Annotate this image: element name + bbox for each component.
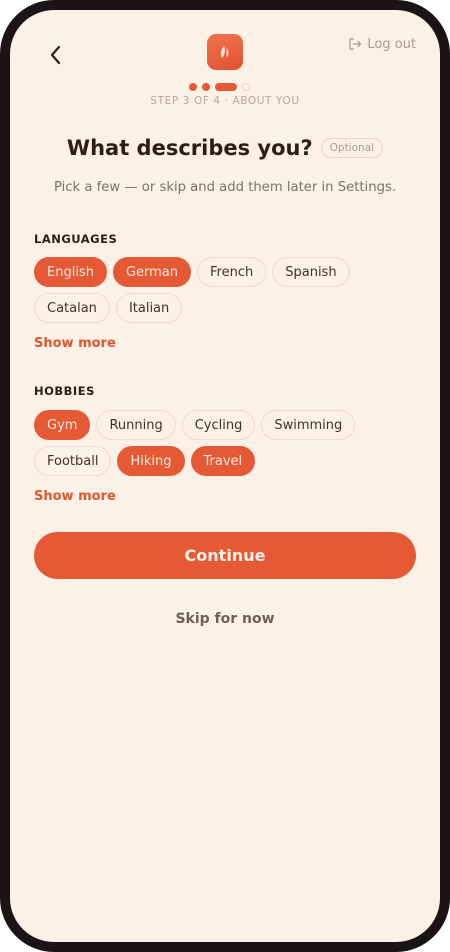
chip-gym[interactable]: Gym xyxy=(34,410,91,440)
chip-cycling[interactable]: Cycling xyxy=(181,410,256,440)
app-screen: Log out STEP 3 OF 4 · ABOUT YOU What des… xyxy=(10,10,440,942)
languages-show-more-link[interactable]: Show more xyxy=(34,336,116,351)
step-indicator: STEP 3 OF 4 · ABOUT YOU xyxy=(150,95,300,107)
chip-catalan[interactable]: Catalan xyxy=(34,293,110,323)
chip-french[interactable]: French xyxy=(197,257,267,287)
heading-row: What describes you? Optional xyxy=(10,136,440,160)
chevron-left-icon xyxy=(50,45,61,65)
progress-dot xyxy=(242,82,250,91)
progress-dot-current xyxy=(215,82,237,91)
continue-button[interactable]: Continue xyxy=(34,532,416,579)
progress-dots xyxy=(189,82,250,91)
chip-running[interactable]: Running xyxy=(96,410,176,440)
phone-frame: Log out STEP 3 OF 4 · ABOUT YOU What des… xyxy=(0,0,450,952)
logout-icon xyxy=(349,38,362,50)
skip-for-now-link[interactable]: Skip for now xyxy=(10,611,440,627)
back-button[interactable] xyxy=(40,40,70,70)
languages-label: LANGUAGES xyxy=(34,232,118,246)
chip-football[interactable]: Football xyxy=(34,446,112,476)
progress-dot xyxy=(202,82,210,91)
app-logo-icon xyxy=(207,34,243,70)
chip-hiking[interactable]: Hiking xyxy=(117,446,185,476)
chip-italian[interactable]: Italian xyxy=(115,293,183,323)
chip-spanish[interactable]: Spanish xyxy=(272,257,350,287)
hobbies-show-more-link[interactable]: Show more xyxy=(34,489,116,504)
page-title: What describes you? xyxy=(66,136,313,160)
languages-chips: English German French Spanish Catalan It… xyxy=(34,257,414,323)
hobbies-chips: Gym Running Cycling Swimming Football Hi… xyxy=(34,410,414,476)
chip-swimming[interactable]: Swimming xyxy=(261,410,356,440)
chip-german[interactable]: German xyxy=(112,257,192,287)
logout-button[interactable]: Log out xyxy=(348,34,416,54)
progress-dot xyxy=(189,82,197,91)
optional-badge: Optional xyxy=(320,138,384,158)
hobbies-label: HOBBIES xyxy=(34,384,95,398)
chip-english[interactable]: English xyxy=(34,257,107,287)
chip-travel[interactable]: Travel xyxy=(190,446,256,476)
page-subtitle: Pick a few — or skip and add them later … xyxy=(53,180,397,195)
logout-label: Log out xyxy=(367,36,416,52)
